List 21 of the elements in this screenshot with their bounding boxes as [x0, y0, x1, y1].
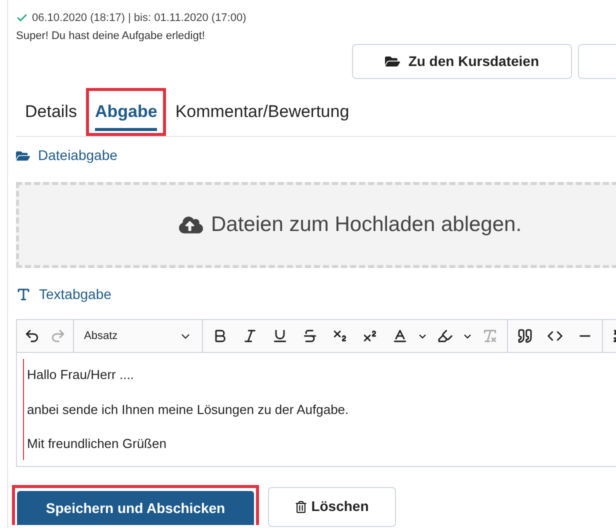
status-message: Super! Du hast deine Aufgabe erledigt! — [16, 28, 206, 44]
dropzone[interactable]: Dateien zum Hochladen ablegen. — [16, 182, 616, 268]
paragraph: Hallo Frau/Herr .... — [27, 366, 135, 384]
folder-icon — [385, 54, 400, 69]
tab[interactable]: Kommentar/Bewertung — [175, 98, 350, 131]
tab[interactable]: Abgabe — [94, 98, 158, 131]
course-files-button[interactable]: Zu den Kursdateien — [352, 44, 572, 79]
tab[interactable]: Details — [25, 98, 77, 131]
block-format-dropdown[interactable]: Absatz — [74, 320, 203, 352]
paragraph: anbei sende ich Ihnen meine Lösungen zu der Aufgabe. — [27, 400, 350, 419]
submit-button[interactable]: Speichern und Abschicken — [17, 491, 254, 525]
folder-icon — [16, 148, 30, 162]
dropzone-text: Dateien zum Hochladen ablegen. — [211, 212, 522, 238]
date-range: 06.10.2020 (18:17) | bis: 01.11.2020 (17:00) — [32, 11, 246, 26]
section-title: Dateiabgabe — [38, 146, 118, 165]
section-title: Textabgabe — [39, 285, 112, 304]
text-icon — [16, 287, 31, 302]
trash-icon — [295, 500, 308, 512]
delete-button[interactable]: Löschen — [268, 486, 396, 526]
editor-content[interactable]: Hallo Frau/Herr .... anbei sende ich Ihnen meine Lösungen zu der Aufgabe. Mit freundlichen Grüßen — [23, 359, 616, 460]
paragraph: Mit freundlichen Grüßen — [27, 435, 168, 453]
